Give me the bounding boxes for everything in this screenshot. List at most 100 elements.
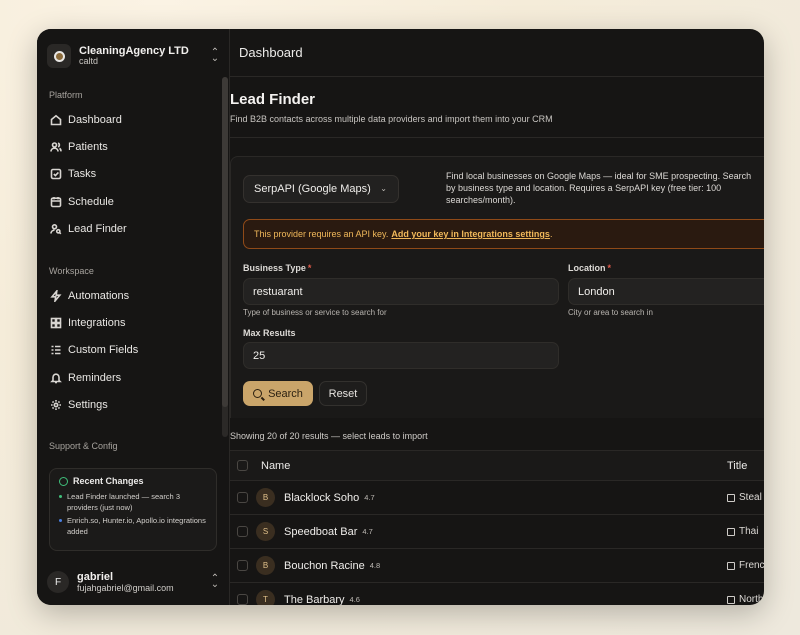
page-title: Lead Finder	[230, 91, 316, 108]
table-row[interactable]: B Bouchon Racine 4.8 Frenc	[230, 548, 764, 582]
sidebar-item-label: Custom Fields	[68, 344, 139, 357]
business-type-label: Business Type *	[243, 263, 311, 273]
org-logo-icon	[47, 44, 71, 68]
user-email: fujahgabriel@gmail.com	[77, 583, 174, 594]
lead-title-text: Thai	[739, 526, 759, 537]
provider-description-line: by business type and location. Requires …	[446, 183, 722, 193]
building-icon	[727, 561, 735, 570]
search-card: SerpAPI (Google Maps) ⌄ Find local busin…	[230, 156, 764, 418]
user-menu[interactable]: F gabriel fujahgabriel@gmail.com ⌃ ⌄	[47, 566, 221, 598]
org-switcher[interactable]: CleaningAgency LTD caltd ⌃ ⌄	[47, 39, 221, 73]
chevrons-up-down-icon: ⌃ ⌄	[210, 573, 220, 590]
business-type-label-text: Business Type	[243, 263, 306, 273]
sidebar-item-label: Dashboard	[68, 113, 122, 126]
provider-select[interactable]: SerpAPI (Google Maps) ⌄	[243, 175, 399, 203]
sidebar-item-custom-fields[interactable]: Custom Fields	[45, 337, 219, 364]
org-slug: caltd	[79, 56, 99, 67]
change-text: Lead Finder launched — search 3 provider…	[67, 492, 180, 512]
lead-title-text: North	[739, 594, 764, 605]
section-label-support: Support & Config	[49, 441, 118, 451]
sidebar-scrollbar[interactable]	[222, 77, 228, 437]
sidebar-item-tasks[interactable]: Tasks	[45, 161, 219, 188]
max-results-input[interactable]: 25	[243, 342, 559, 369]
sidebar-item-label: Lead Finder	[68, 222, 127, 235]
topbar-title: Dashboard	[239, 45, 303, 60]
location-help: City or area to search in	[568, 308, 653, 317]
table-header: Name Title	[230, 450, 764, 480]
change-item: Lead Finder launched — search 3 provider…	[59, 491, 207, 513]
lead-name: Blacklock Soho	[284, 491, 360, 504]
row-checkbox[interactable]	[237, 492, 248, 503]
lead-name: Bouchon Racine	[284, 559, 365, 572]
sidebar-item-label: Patients	[68, 140, 108, 153]
lead-title: Thai	[727, 526, 758, 537]
search-button[interactable]: Search	[243, 381, 313, 406]
results-table: Name Title B Blacklock Soho 4.7 Steal S …	[230, 450, 764, 605]
lead-title: Frenc	[727, 560, 764, 571]
home-icon	[49, 113, 62, 126]
alert-text: This provider requires an API key.	[254, 229, 389, 239]
row-checkbox[interactable]	[237, 594, 248, 605]
sidebar-item-schedule[interactable]: Schedule	[45, 188, 219, 215]
table-row[interactable]: S Speedboat Bar 4.7 Thai	[230, 514, 764, 548]
table-row[interactable]: B Blacklock Soho 4.7 Steal	[230, 480, 764, 514]
lead-title: Steal	[727, 492, 762, 503]
calendar-icon	[49, 195, 62, 208]
change-item: Enrich.so, Hunter.io, Apollo.io integrat…	[59, 515, 207, 537]
platform-nav: Dashboard Patients Tasks Schedule Lead F…	[45, 106, 219, 242]
zap-icon	[49, 289, 62, 302]
sidebar-item-label: Settings	[68, 398, 108, 411]
results-info: Showing 20 of 20 results — select leads …	[230, 431, 428, 441]
sidebar-item-label: Automations	[68, 289, 130, 302]
app-window: CleaningAgency LTD caltd ⌃ ⌄ Platform Das…	[37, 29, 764, 605]
page-subtitle: Find B2B contacts across multiple data p…	[230, 114, 553, 124]
table-row[interactable]: T The Barbary 4.6 North	[230, 582, 764, 605]
check-square-icon	[49, 168, 62, 181]
recent-changes-card: Recent Changes Lead Finder launched — se…	[49, 468, 217, 551]
main-content: Dashboard Lead Finder Find B2B contacts …	[230, 29, 764, 605]
row-checkbox[interactable]	[237, 560, 248, 571]
location-input[interactable]: London	[568, 278, 764, 305]
user-search-icon	[49, 222, 62, 235]
reset-button[interactable]: Reset	[319, 381, 367, 406]
max-results-value: 25	[253, 349, 266, 362]
sidebar-item-reminders[interactable]: Reminders	[45, 364, 219, 391]
scrollbar-thumb[interactable]	[222, 77, 228, 407]
required-mark: *	[307, 263, 312, 273]
gear-icon	[49, 398, 62, 411]
bell-icon	[49, 371, 62, 384]
lead-rating: 4.6	[349, 595, 360, 604]
lead-name: The Barbary	[284, 593, 345, 606]
org-name: CleaningAgency LTD	[79, 45, 189, 57]
sidebar-item-dashboard[interactable]: Dashboard	[45, 106, 219, 133]
column-header-name: Name	[261, 459, 291, 472]
select-all-checkbox[interactable]	[237, 460, 248, 471]
list-icon	[49, 344, 62, 357]
lead-avatar: B	[256, 488, 275, 507]
sidebar-item-patients[interactable]: Patients	[45, 133, 219, 160]
row-checkbox[interactable]	[237, 526, 248, 537]
column-header-title: Title	[727, 459, 748, 472]
location-label: Location *	[568, 263, 611, 273]
lead-title-text: Steal	[739, 492, 762, 503]
sidebar-item-integrations[interactable]: Integrations	[45, 309, 219, 336]
users-icon	[49, 140, 62, 153]
business-type-help: Type of business or service to search fo…	[243, 308, 387, 317]
sidebar-item-lead-finder[interactable]: Lead Finder	[45, 215, 219, 242]
api-key-alert: This provider requires an API key. Add y…	[243, 219, 764, 249]
sidebar-item-settings[interactable]: Settings	[45, 391, 219, 418]
building-icon	[727, 493, 735, 502]
lead-avatar: S	[256, 522, 275, 541]
section-label-workspace: Workspace	[49, 266, 94, 276]
business-type-input[interactable]: restuarant	[243, 278, 559, 305]
sidebar-item-label: Integrations	[68, 316, 126, 329]
lead-rating: 4.8	[369, 561, 381, 570]
user-name: gabriel	[77, 570, 114, 583]
sidebar-item-automations[interactable]: Automations	[45, 282, 219, 309]
provider-description-line: searches/month).	[446, 195, 516, 205]
lead-rating: 4.7	[362, 527, 373, 536]
workspace-nav: Automations Integrations Custom Fields R…	[45, 282, 219, 418]
required-mark: *	[607, 263, 612, 273]
building-icon	[727, 595, 735, 604]
integrations-settings-link[interactable]: Add your key in Integrations settings	[391, 229, 550, 239]
